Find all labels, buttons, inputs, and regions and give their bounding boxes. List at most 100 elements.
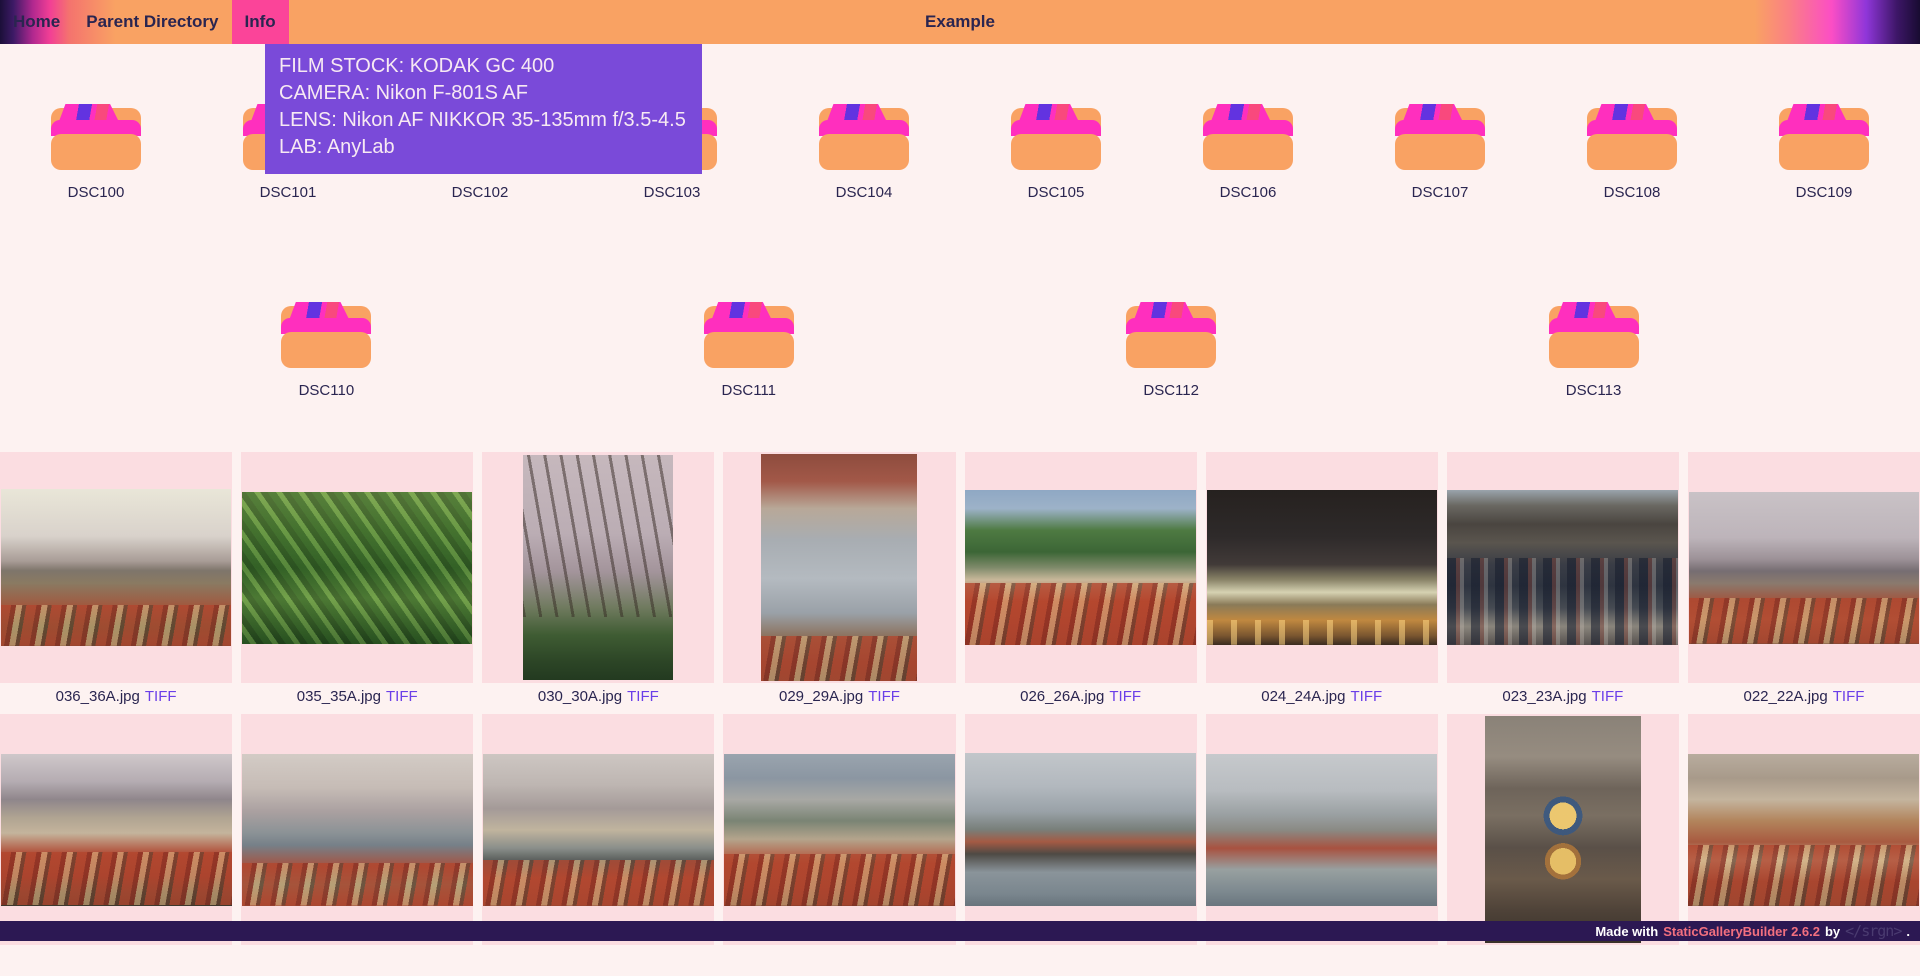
folder-label: DSC107 [1412, 184, 1469, 202]
folder-item[interactable]: DSC109 [1728, 104, 1920, 202]
folder-icon-body [1549, 332, 1639, 368]
footer-period: . [1906, 924, 1910, 939]
photo-thumbnail[interactable] [1689, 492, 1919, 644]
folder-item[interactable]: DSC113 [1498, 302, 1690, 400]
photo-thumbnail[interactable] [761, 454, 917, 681]
folder-item[interactable]: DSC105 [960, 104, 1152, 202]
folder-item[interactable]: DSC104 [768, 104, 960, 202]
filename-link[interactable]: 023_23A.jpg [1502, 689, 1586, 704]
tiff-link[interactable]: TIFF [868, 689, 900, 704]
folder-label: DSC111 [722, 382, 776, 400]
thumbnail-caption: 026_26A.jpg TIFF [965, 683, 1197, 714]
filename-link[interactable]: 030_30A.jpg [538, 689, 622, 704]
folder-icon-body [1203, 134, 1293, 170]
info-tooltip: FILM STOCK: KODAK GC 400 CAMERA: Nikon F… [265, 44, 702, 174]
tiff-link[interactable]: TIFF [386, 689, 418, 704]
filename-link[interactable]: 036_36A.jpg [56, 689, 140, 704]
thumbnail-frame [241, 452, 473, 683]
photo-thumbnail[interactable] [523, 455, 673, 680]
folder-label: DSC103 [644, 184, 701, 202]
folder-item[interactable]: DSC106 [1152, 104, 1344, 202]
gallery-cell: 023_23A.jpg TIFF [1447, 452, 1679, 714]
folder-item[interactable]: DSC111 [653, 302, 845, 400]
thumbnail-frame [1688, 714, 1920, 945]
tiff-link[interactable]: TIFF [1833, 689, 1865, 704]
folder-icon-body [1587, 134, 1677, 170]
folder-icon [281, 302, 371, 368]
filename-link[interactable]: 035_35A.jpg [297, 689, 381, 704]
folder-item[interactable]: DSC112 [1075, 302, 1267, 400]
folder-label: DSC104 [836, 184, 893, 202]
tooltip-line-lab: LAB: AnyLab [279, 134, 686, 161]
folder-item[interactable]: DSC108 [1536, 104, 1728, 202]
folder-item[interactable]: DSC100 [0, 104, 192, 202]
filename-link[interactable]: 026_26A.jpg [1020, 689, 1104, 704]
footer-builder-link[interactable]: StaticGalleryBuilder 2.6.2 [1663, 924, 1820, 939]
tiff-link[interactable]: TIFF [1109, 689, 1141, 704]
footer-by: by [1825, 924, 1840, 939]
folder-item[interactable]: DSC110 [230, 302, 422, 400]
gallery-cell: 022_22A.jpg TIFF [1688, 452, 1920, 714]
thumbnail-caption: 022_22A.jpg TIFF [1688, 683, 1920, 714]
thumbnail-frame [1688, 452, 1920, 683]
tiff-link[interactable]: TIFF [145, 689, 177, 704]
photo-thumbnail[interactable] [1485, 716, 1641, 943]
folder-label: DSC108 [1604, 184, 1661, 202]
thumbnail-caption: 035_35A.jpg TIFF [241, 683, 473, 714]
thumbnail-frame [965, 452, 1197, 683]
photo-thumbnail[interactable] [1206, 754, 1437, 906]
folder-icon-body [704, 332, 794, 368]
gallery-cell: 024_24A.jpg TIFF [1206, 452, 1438, 714]
filename-link[interactable]: 029_29A.jpg [779, 689, 863, 704]
folder-icon [1126, 302, 1216, 368]
photo-thumbnail[interactable] [1688, 754, 1919, 906]
folder-icon-body [1126, 332, 1216, 368]
gallery-cell: 026_26A.jpg TIFF [965, 452, 1197, 714]
folder-icon [1587, 104, 1677, 170]
thumbnail-frame [1447, 452, 1679, 683]
footer-bar: Made with StaticGalleryBuilder 2.6.2 by … [0, 921, 1920, 941]
folder-label: DSC109 [1796, 184, 1853, 202]
photo-thumbnail[interactable] [724, 754, 955, 906]
folder-icon [1779, 104, 1869, 170]
photo-thumbnail[interactable] [242, 754, 473, 906]
nav-item-label: Home [13, 12, 60, 32]
nav-item-label: Info [245, 12, 276, 32]
thumbnail-caption: 036_36A.jpg TIFF [0, 683, 232, 714]
thumbnail-frame [241, 714, 473, 945]
filename-link[interactable]: 024_24A.jpg [1261, 689, 1345, 704]
photo-thumbnail[interactable] [965, 753, 1196, 906]
photo-thumbnail[interactable] [1447, 490, 1678, 645]
folder-icon-body [1395, 134, 1485, 170]
folder-label: DSC112 [1143, 382, 1199, 400]
nav-item-label: Parent Directory [86, 12, 218, 32]
photo-thumbnail[interactable] [242, 492, 472, 644]
folder-label: DSC105 [1028, 184, 1085, 202]
tiff-link[interactable]: TIFF [1592, 689, 1624, 704]
photo-thumbnail[interactable] [1207, 490, 1437, 645]
tooltip-line-film: FILM STOCK: KODAK GC 400 [279, 53, 686, 80]
thumbnail-frame [482, 452, 714, 683]
photo-thumbnail[interactable] [965, 490, 1196, 645]
nav-item[interactable]: Home [0, 0, 73, 44]
tooltip-line-lens: LENS: Nikon AF NIKKOR 35-135mm f/3.5-4.5 [279, 107, 686, 134]
footer-made-with: Made with [1595, 924, 1658, 939]
thumbnail-frame [723, 714, 955, 945]
footer-srgn-logo[interactable]: </srgn> [1845, 922, 1901, 940]
nav-item[interactable]: Info [232, 0, 289, 44]
folder-item[interactable]: DSC107 [1344, 104, 1536, 202]
folder-icon-body [1779, 134, 1869, 170]
thumbnail-frame [1447, 714, 1679, 945]
tiff-link[interactable]: TIFF [1350, 689, 1382, 704]
photo-thumbnail[interactable] [1, 754, 232, 906]
folder-label: DSC101 [260, 184, 317, 202]
folder-label: DSC100 [68, 184, 125, 202]
photo-thumbnail[interactable] [1, 489, 231, 646]
gallery-cell: 036_36A.jpg TIFF [0, 452, 232, 714]
photo-thumbnail[interactable] [483, 754, 714, 906]
filename-link[interactable]: 022_22A.jpg [1743, 689, 1827, 704]
folder-label: DSC106 [1220, 184, 1277, 202]
nav-item[interactable]: Parent Directory [73, 0, 231, 44]
nav-items: Home Parent Directory Info [0, 0, 289, 44]
tiff-link[interactable]: TIFF [627, 689, 659, 704]
